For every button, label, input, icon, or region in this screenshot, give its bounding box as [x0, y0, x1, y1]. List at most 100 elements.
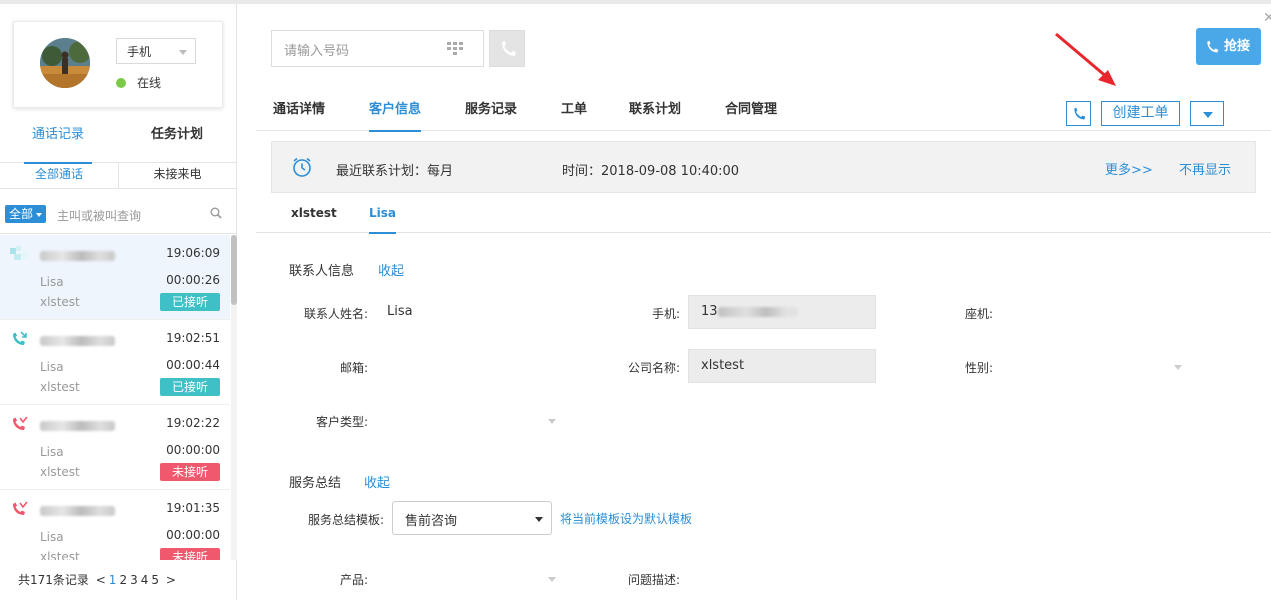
masked-mobile-number — [717, 306, 798, 317]
contact-plan-time: 时间：2018-09-08 10:40:00 — [562, 164, 740, 179]
chevron-down-icon — [179, 50, 187, 55]
caller-company: xlstest — [40, 550, 80, 560]
collapse-service-link[interactable]: 收起 — [364, 472, 390, 491]
tab-tickets[interactable]: 工单 — [561, 95, 587, 131]
call-list-scrollbar[interactable] — [231, 235, 237, 560]
tab-company-xlstest[interactable]: xlstest — [291, 200, 337, 233]
page-1[interactable]: 1 — [109, 573, 117, 587]
company-name-field[interactable]: xlstest — [688, 349, 876, 383]
alarm-clock-icon — [293, 157, 311, 177]
chevron-down-icon — [36, 212, 43, 217]
tab-missed-calls[interactable]: 未接来电 — [118, 163, 236, 189]
tab-contact-plan[interactable]: 联系计划 — [629, 95, 681, 131]
masked-phone-number — [40, 506, 115, 516]
prev-page-button[interactable]: < — [96, 573, 106, 587]
tab-customer-info[interactable]: 客户信息 — [369, 95, 422, 132]
mobile-field[interactable]: 13 — [688, 295, 876, 329]
call-search-input[interactable]: 主叫或被叫查询 — [57, 207, 141, 224]
call-list-item[interactable]: 19:01:35 Lisa 00:00:00 xlstest 未接听 — [0, 490, 230, 560]
product-label: 产品: — [339, 573, 368, 587]
call-list-item[interactable]: 19:02:22 Lisa 00:00:00 xlstest 未接听 — [0, 405, 230, 490]
caller-name: Lisa — [40, 445, 64, 459]
online-status-dot — [116, 78, 126, 88]
call-list-item[interactable]: 19:02:51 Lisa 00:00:44 xlstest 已接听 — [0, 320, 230, 405]
gender-label: 性别: — [964, 361, 993, 375]
scrollbar-thumb[interactable] — [231, 235, 237, 305]
company-name-value: xlstest — [701, 358, 745, 373]
tab-service-records[interactable]: 服务记录 — [465, 95, 517, 131]
chevron-down-icon — [535, 517, 543, 522]
gender-dropdown-chevron-icon[interactable] — [1174, 365, 1182, 370]
call-log-panel: 手机 在线 通话记录 任务计划 全部通话 未接来电 全部 主叫或被叫查询 19:… — [0, 4, 237, 600]
landline-label: 座机: — [964, 307, 993, 321]
caller-name: Lisa — [40, 275, 64, 289]
search-icon[interactable] — [210, 207, 222, 219]
call-duration: 00:00:44 — [166, 358, 220, 372]
agent-profile-card: 手机 在线 — [13, 21, 223, 108]
set-default-template-link[interactable]: 将当前模板设为默认模板 — [560, 510, 692, 527]
avatar-image — [40, 38, 90, 88]
keypad-icon[interactable] — [447, 42, 463, 56]
left-tabs: 通话记录 任务计划 — [0, 117, 237, 164]
tab-contact-lisa[interactable]: Lisa — [369, 200, 396, 234]
tab-task-plan[interactable]: 任务计划 — [142, 117, 212, 163]
call-search-row: 全部 主叫或被叫查询 — [0, 190, 237, 234]
mobile-label: 手机: — [651, 307, 680, 321]
collapse-contact-link[interactable]: 收起 — [378, 260, 404, 279]
page-5[interactable]: 5 — [151, 573, 159, 587]
summary-template-label: 服务总结模板: — [307, 513, 384, 527]
issue-description-label: 问题描述: — [627, 573, 680, 587]
incoming-call-icon — [10, 246, 28, 260]
phone-icon — [1074, 107, 1086, 120]
tab-call-records[interactable]: 通话记录 — [24, 117, 92, 164]
caller-company: xlstest — [40, 465, 80, 479]
call-time: 19:02:22 — [166, 416, 220, 430]
call-time: 19:01:35 — [166, 501, 220, 515]
more-link[interactable]: 更多>> — [1105, 159, 1153, 178]
contact-name-value[interactable]: Lisa — [387, 304, 413, 319]
status-badge: 已接听 — [160, 378, 220, 396]
dial-button[interactable] — [489, 30, 525, 67]
grab-call-button[interactable]: 抢接 — [1196, 28, 1261, 65]
caller-company: xlstest — [40, 295, 80, 309]
grab-call-label: 抢接 — [1224, 39, 1251, 54]
page-3[interactable]: 3 — [130, 573, 138, 587]
call-type-filter-button[interactable]: 全部 — [5, 205, 47, 223]
missed-call-icon — [13, 416, 28, 430]
masked-phone-number — [40, 421, 115, 431]
device-select[interactable]: 手机 — [116, 38, 196, 64]
phone-number-placeholder: 请输入号码 — [284, 44, 350, 59]
tab-contract-management[interactable]: 合同管理 — [725, 95, 777, 131]
tab-all-calls[interactable]: 全部通话 — [0, 163, 118, 189]
page-4[interactable]: 4 — [141, 573, 149, 587]
product-dropdown-chevron-icon[interactable] — [548, 577, 556, 582]
tab-call-details[interactable]: 通话详情 — [273, 95, 325, 131]
masked-phone-number — [40, 251, 115, 261]
call-list-item[interactable]: 19:06:09 Lisa 00:00:26 xlstest 已接听 — [0, 235, 230, 320]
pagination: 共171条记录 <1 2 3 4 5 > — [18, 571, 176, 588]
summary-template-select[interactable]: 售前咨询 — [392, 501, 552, 535]
avatar[interactable] — [40, 38, 90, 88]
caller-name: Lisa — [40, 360, 64, 374]
call-duration: 00:00:00 — [166, 528, 220, 542]
close-icon[interactable]: ✕ — [1263, 10, 1271, 26]
status-badge: 未接听 — [160, 463, 220, 481]
contact-info-title: 联系人信息 — [289, 264, 355, 279]
contact-plan-notice: 最近联系计划：每月 时间：2018-09-08 10:40:00 更多>> 不再… — [271, 141, 1256, 193]
missed-call-icon — [13, 501, 28, 515]
next-page-button[interactable]: > — [166, 573, 176, 587]
dont-show-again-link[interactable]: 不再显示 — [1179, 159, 1231, 178]
page-2[interactable]: 2 — [119, 573, 127, 587]
online-status-text: 在线 — [137, 76, 162, 90]
customer-type-dropdown-chevron-icon[interactable] — [548, 419, 556, 424]
create-ticket-button[interactable]: 创建工单 — [1101, 101, 1180, 126]
call-duration: 00:00:00 — [166, 443, 220, 457]
call-list: 19:06:09 Lisa 00:00:26 xlstest 已接听 19:02… — [0, 235, 230, 560]
call-customer-button[interactable] — [1066, 101, 1091, 126]
more-actions-dropdown[interactable] — [1190, 101, 1224, 126]
mobile-prefix: 13 — [701, 304, 718, 319]
total-records: 共171条记录 — [18, 573, 89, 587]
contact-name-label: 联系人姓名: — [303, 307, 368, 321]
summary-template-value: 售前咨询 — [405, 514, 458, 529]
phone-icon — [1207, 40, 1219, 53]
